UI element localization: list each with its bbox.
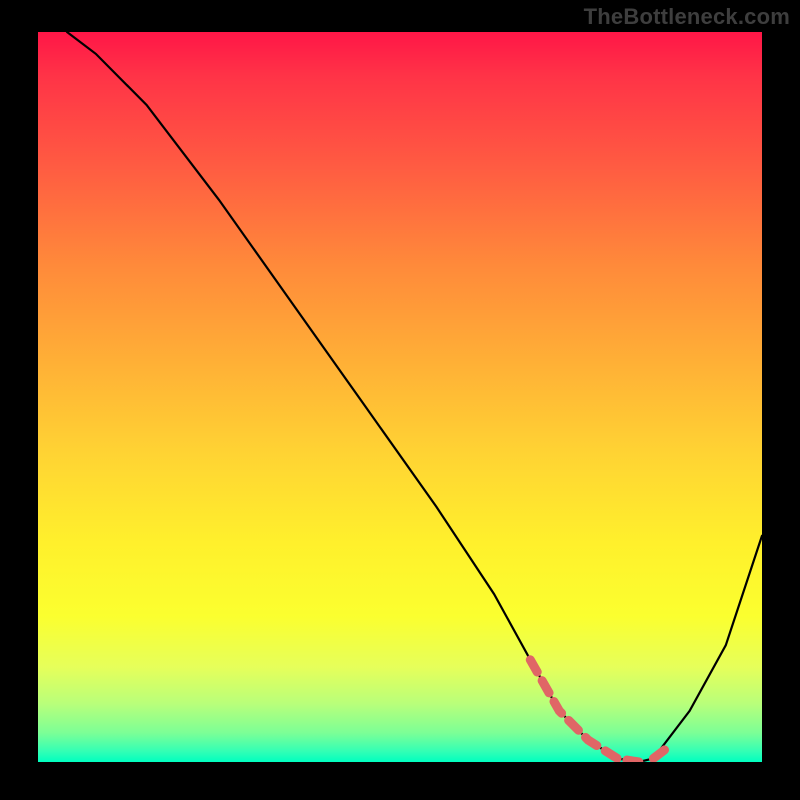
plot-area bbox=[38, 32, 762, 762]
main-curve bbox=[67, 32, 762, 762]
highlight-valley-right bbox=[653, 747, 668, 758]
chart-frame: TheBottleneck.com bbox=[0, 0, 800, 800]
watermark-text: TheBottleneck.com bbox=[584, 4, 790, 30]
highlight-valley-left bbox=[530, 660, 639, 762]
curve-layer bbox=[38, 32, 762, 762]
